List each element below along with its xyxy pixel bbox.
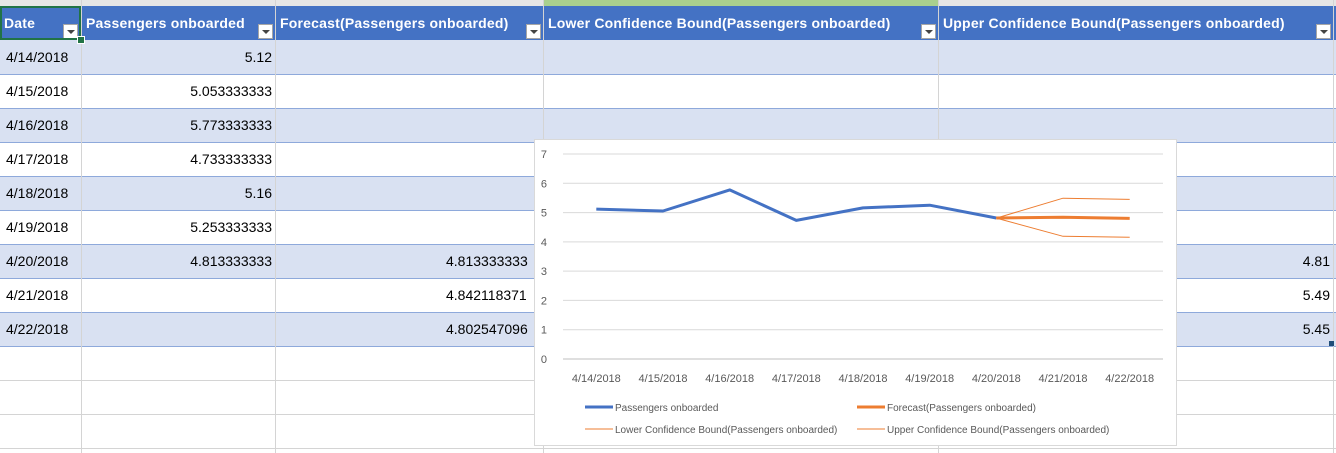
cell-passengers[interactable]: 5.12	[82, 40, 272, 74]
y-tick-label: 4	[541, 237, 547, 249]
y-tick-label: 6	[541, 178, 547, 190]
row-border	[0, 448, 1336, 449]
cell-date[interactable]: 4/22/2018	[0, 312, 68, 346]
header-upper-bound[interactable]: Upper Confidence Bound(Passengers onboar…	[939, 6, 1336, 40]
cell-upper-bound[interactable]: 4.81	[1180, 244, 1330, 278]
cell-passengers[interactable]: 4.733333333	[82, 142, 272, 176]
cell-date[interactable]: 4/17/2018	[0, 142, 68, 176]
cell-forecast[interactable]: 4.813333333	[276, 244, 534, 278]
legend-label: Forecast(Passengers onboarded)	[887, 403, 1036, 414]
cell-forecast[interactable]: 4.842118371	[276, 278, 534, 312]
cell-passengers[interactable]: 5.053333333	[82, 74, 272, 108]
header-forecast[interactable]: Forecast(Passengers onboarded)	[276, 6, 543, 40]
filter-dropdown-icon[interactable]	[921, 24, 936, 39]
x-tick-label: 4/16/2018	[705, 373, 754, 385]
cell-date[interactable]: 4/18/2018	[0, 176, 68, 210]
y-tick-label: 5	[541, 208, 547, 220]
cell-passengers[interactable]: 5.16	[82, 176, 272, 210]
y-tick-label: 1	[541, 325, 547, 337]
series-line-0	[596, 188, 997, 222]
y-tick-label: 7	[541, 149, 547, 161]
column-border	[1333, 0, 1334, 453]
header-upper-label: Upper Confidence Bound(Passengers onboar…	[943, 15, 1285, 31]
cell-passengers[interactable]: 5.253333333	[82, 210, 272, 244]
series-line-3	[996, 197, 1130, 219]
cell-forecast-value: 4.842118371	[446, 287, 527, 303]
cell-date[interactable]: 4/20/2018	[0, 244, 68, 278]
legend-label: Passengers onboarded	[615, 403, 718, 414]
cell-passengers[interactable]: 5.773333333	[82, 108, 272, 142]
chart-canvas: 0 1 2 3 4 5 6 7 4/14/2018 4/15/2018 4/16/2018 4/17/…	[541, 149, 1163, 436]
cell-date[interactable]: 4/14/2018	[0, 40, 68, 74]
cell-forecast-value: 4.802547096	[446, 321, 528, 337]
legend-label: Upper Confidence Bound(Passengers onboar…	[887, 425, 1109, 436]
x-tick-label: 4/22/2018	[1105, 373, 1154, 385]
filter-dropdown-icon[interactable]	[526, 24, 541, 39]
x-tick-label: 4/15/2018	[639, 373, 688, 385]
table-resize-handle[interactable]	[1329, 341, 1334, 346]
fill-handle[interactable]	[77, 36, 85, 44]
x-tick-label: 4/19/2018	[905, 373, 954, 385]
x-tick-label: 4/17/2018	[772, 373, 821, 385]
series-line-2	[996, 217, 1130, 238]
header-lower-label: Lower Confidence Bound(Passengers onboar…	[548, 15, 891, 31]
cell-date[interactable]: 4/19/2018	[0, 210, 68, 244]
series-line-1	[996, 215, 1130, 220]
x-tick-label: 4/21/2018	[1039, 373, 1088, 385]
cell-forecast[interactable]: 4.802547096	[276, 312, 534, 346]
cell-upper-bound[interactable]: 5.49	[1180, 278, 1330, 312]
y-tick-label: 2	[541, 295, 547, 307]
y-tick-label: 0	[541, 354, 547, 366]
header-passengers-label: Passengers onboarded	[86, 15, 245, 31]
column-border	[275, 0, 276, 453]
cell-forecast-value: 4.813333333	[446, 253, 528, 269]
cell-date[interactable]: 4/21/2018	[0, 278, 68, 312]
header-forecast-label: Forecast(Passengers onboarded)	[280, 15, 509, 31]
x-tick-label: 4/18/2018	[839, 373, 888, 385]
filter-dropdown-icon[interactable]	[1316, 24, 1331, 39]
active-cell-selection	[0, 6, 81, 40]
x-tick-label: 4/14/2018	[572, 373, 621, 385]
forecast-line-chart[interactable]: 0 1 2 3 4 5 6 7 4/14/2018 4/15/2018 4/16/2018 4/17/…	[534, 139, 1177, 446]
header-passengers-onboarded[interactable]: Passengers onboarded	[82, 6, 275, 40]
cell-date[interactable]: 4/15/2018	[0, 74, 68, 108]
cell-upper-bound[interactable]: 5.45	[1180, 312, 1330, 346]
filter-dropdown-icon[interactable]	[258, 24, 273, 39]
cell-passengers[interactable]: 4.813333333	[82, 244, 272, 278]
spreadsheet-grid[interactable]: Date Passengers onboarded Forecast(Passe…	[0, 0, 1336, 453]
legend-label: Lower Confidence Bound(Passengers onboar…	[615, 425, 837, 436]
x-tick-label: 4/20/2018	[972, 373, 1021, 385]
header-lower-bound[interactable]: Lower Confidence Bound(Passengers onboar…	[544, 6, 938, 40]
cell-date[interactable]: 4/16/2018	[0, 108, 68, 142]
y-tick-label: 3	[541, 266, 547, 278]
